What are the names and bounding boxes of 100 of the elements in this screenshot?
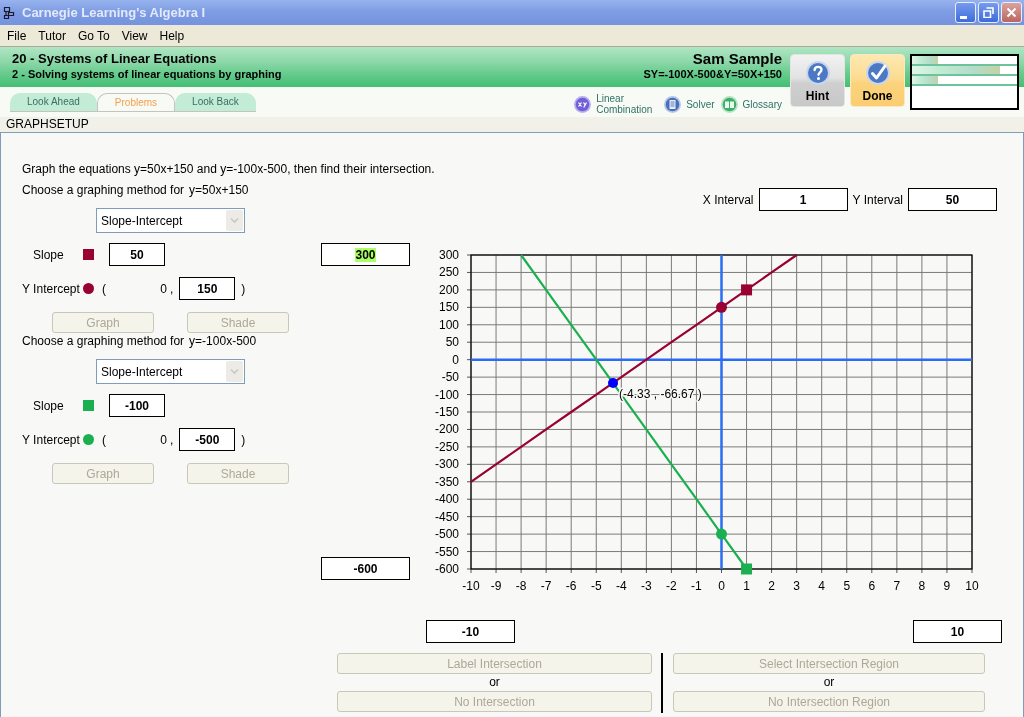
y-tick-label: -500 bbox=[434, 527, 459, 542]
instruction-text: Graph the equations y=50x+150 and y=-100x-500, then find their intersection. bbox=[22, 162, 435, 176]
slope-field[interactable]: -100 bbox=[109, 394, 165, 417]
y-tick-label: 250 bbox=[438, 265, 459, 280]
hint-button[interactable]: Hint bbox=[790, 54, 845, 107]
slope-point[interactable] bbox=[741, 284, 753, 296]
book-icon bbox=[720, 95, 738, 113]
slope-label: Slope bbox=[32, 247, 65, 262]
y-tick-label: 0 bbox=[452, 352, 459, 367]
x-tick-label: 3 bbox=[793, 579, 800, 593]
tool-link[interactable]: Solver bbox=[664, 95, 715, 113]
x-tick-label: -8 bbox=[515, 579, 527, 593]
x-tick-label: 7 bbox=[893, 579, 901, 593]
y-tick-label: -200 bbox=[434, 422, 459, 437]
chevron-down-icon bbox=[226, 361, 243, 382]
x-tick-label: 6 bbox=[868, 579, 876, 593]
comma-text: , bbox=[170, 432, 174, 447]
method-dropdown[interactable]: Slope-Intercept bbox=[96, 359, 245, 384]
done-button[interactable]: Done bbox=[850, 54, 905, 107]
x-tick-label: 0 bbox=[718, 579, 725, 593]
x-tick-label: -9 bbox=[490, 579, 502, 593]
method-dropdown[interactable]: Slope-Intercept bbox=[96, 208, 245, 233]
intercept-y-field[interactable]: 150 bbox=[179, 277, 236, 300]
x-tick-label: -3 bbox=[641, 579, 652, 593]
y-tick-label: -250 bbox=[434, 439, 459, 454]
intercept-y-field[interactable]: -500 bbox=[179, 428, 236, 451]
y-tick-label: -350 bbox=[434, 474, 459, 489]
y-tick-label: -150 bbox=[434, 405, 459, 419]
minimize-button[interactable] bbox=[955, 2, 976, 23]
y-min-field[interactable]: -600 bbox=[321, 557, 410, 580]
chevron-down-icon bbox=[226, 210, 243, 231]
or-label: or bbox=[489, 674, 500, 691]
paren-text: ( bbox=[102, 432, 106, 447]
menu-item[interactable]: Help bbox=[153, 25, 191, 46]
paren-text: ( bbox=[102, 281, 106, 296]
x-tick-label: -4 bbox=[615, 579, 627, 593]
y-tick-label: 150 bbox=[438, 300, 459, 315]
y-tick-label: -400 bbox=[434, 492, 459, 507]
tab[interactable]: Look Back bbox=[175, 93, 256, 111]
x-tick-label: -10 bbox=[462, 579, 480, 593]
x-max-field[interactable]: 10 bbox=[913, 620, 1002, 643]
minimize-icon bbox=[960, 15, 967, 19]
y-tick-label: -100 bbox=[434, 387, 459, 402]
prompt-text: Choose a graphing method for bbox=[22, 334, 185, 348]
intercept-x-text: 0 bbox=[159, 281, 167, 296]
intercept-x-text: 0 bbox=[159, 432, 167, 447]
tool-link[interactable]: Glossary bbox=[720, 95, 782, 113]
y-tick-label: -300 bbox=[434, 457, 459, 472]
y-tick-label: -600 bbox=[434, 562, 459, 576]
x-tick-label: 10 bbox=[965, 579, 979, 593]
y-tick-label: 300 bbox=[438, 248, 459, 262]
menu-item[interactable]: Go To bbox=[71, 25, 116, 46]
menu-item[interactable]: File bbox=[1, 25, 33, 46]
y-tick-label: -450 bbox=[434, 509, 459, 524]
tool-link[interactable]: Linear Combination bbox=[574, 93, 659, 115]
close-button[interactable] bbox=[1001, 2, 1022, 23]
y-tick-label: 200 bbox=[438, 282, 459, 297]
close-icon bbox=[1006, 7, 1017, 18]
comma-text: , bbox=[170, 281, 174, 296]
restore-button[interactable] bbox=[978, 2, 999, 23]
prompt-text: Choose a graphing method for bbox=[22, 183, 185, 197]
menu-item[interactable]: Tutor bbox=[32, 25, 72, 46]
x-tick-label: 2 bbox=[768, 579, 775, 593]
window-title: Carnegie Learning's Algebra I bbox=[22, 5, 206, 20]
equation-text: y=50x+150 bbox=[189, 183, 249, 197]
student-name: Sam Sample bbox=[692, 50, 782, 67]
slope-field[interactable]: 50 bbox=[109, 243, 165, 266]
y-tick-label: -50 bbox=[441, 370, 459, 385]
problem-code: SY=-100X-500&Y=50X+150 bbox=[643, 67, 782, 82]
x-tick-label: 9 bbox=[943, 579, 951, 593]
intercept-label: Y Intercept bbox=[22, 432, 81, 447]
x-interval-field[interactable]: 1 bbox=[758, 188, 848, 211]
restore-icon bbox=[983, 7, 994, 18]
x-tick-label: -2 bbox=[666, 579, 677, 593]
menu-item[interactable]: View bbox=[115, 25, 154, 46]
y-interval-field[interactable]: 50 bbox=[908, 188, 997, 211]
intersection-point bbox=[608, 377, 619, 388]
x-interval-label: X Interval bbox=[702, 192, 754, 207]
x-tick-label: -6 bbox=[565, 579, 577, 593]
check-icon bbox=[865, 61, 890, 85]
x-tick-label: 1 bbox=[743, 579, 750, 593]
unit-title: 20 - Systems of Linear Equations bbox=[12, 50, 218, 67]
y-max-field[interactable]: 300 bbox=[321, 243, 410, 266]
app-icon bbox=[3, 5, 15, 20]
x-tick-label: -1 bbox=[691, 579, 702, 593]
x-tick-label: -5 bbox=[590, 579, 602, 593]
intercept-point[interactable] bbox=[716, 301, 727, 313]
question-icon bbox=[805, 61, 830, 85]
variables-icon bbox=[574, 95, 592, 113]
paren-text: ) bbox=[241, 281, 246, 296]
x-tick-label: 4 bbox=[818, 579, 826, 593]
equation-text: y=-100x-500 bbox=[189, 334, 257, 348]
x-min-field[interactable]: -10 bbox=[426, 620, 515, 643]
section-title: 2 - Solving systems of linear equations by graphing bbox=[12, 67, 282, 82]
y-interval-label: Y Interval bbox=[852, 192, 903, 207]
y-tick-label: 50 bbox=[445, 335, 459, 350]
y-tick-label: 100 bbox=[438, 317, 459, 332]
y-tick-label: -550 bbox=[434, 544, 459, 559]
x-tick-label: -7 bbox=[540, 579, 552, 593]
tab[interactable]: Look Ahead bbox=[10, 93, 97, 111]
